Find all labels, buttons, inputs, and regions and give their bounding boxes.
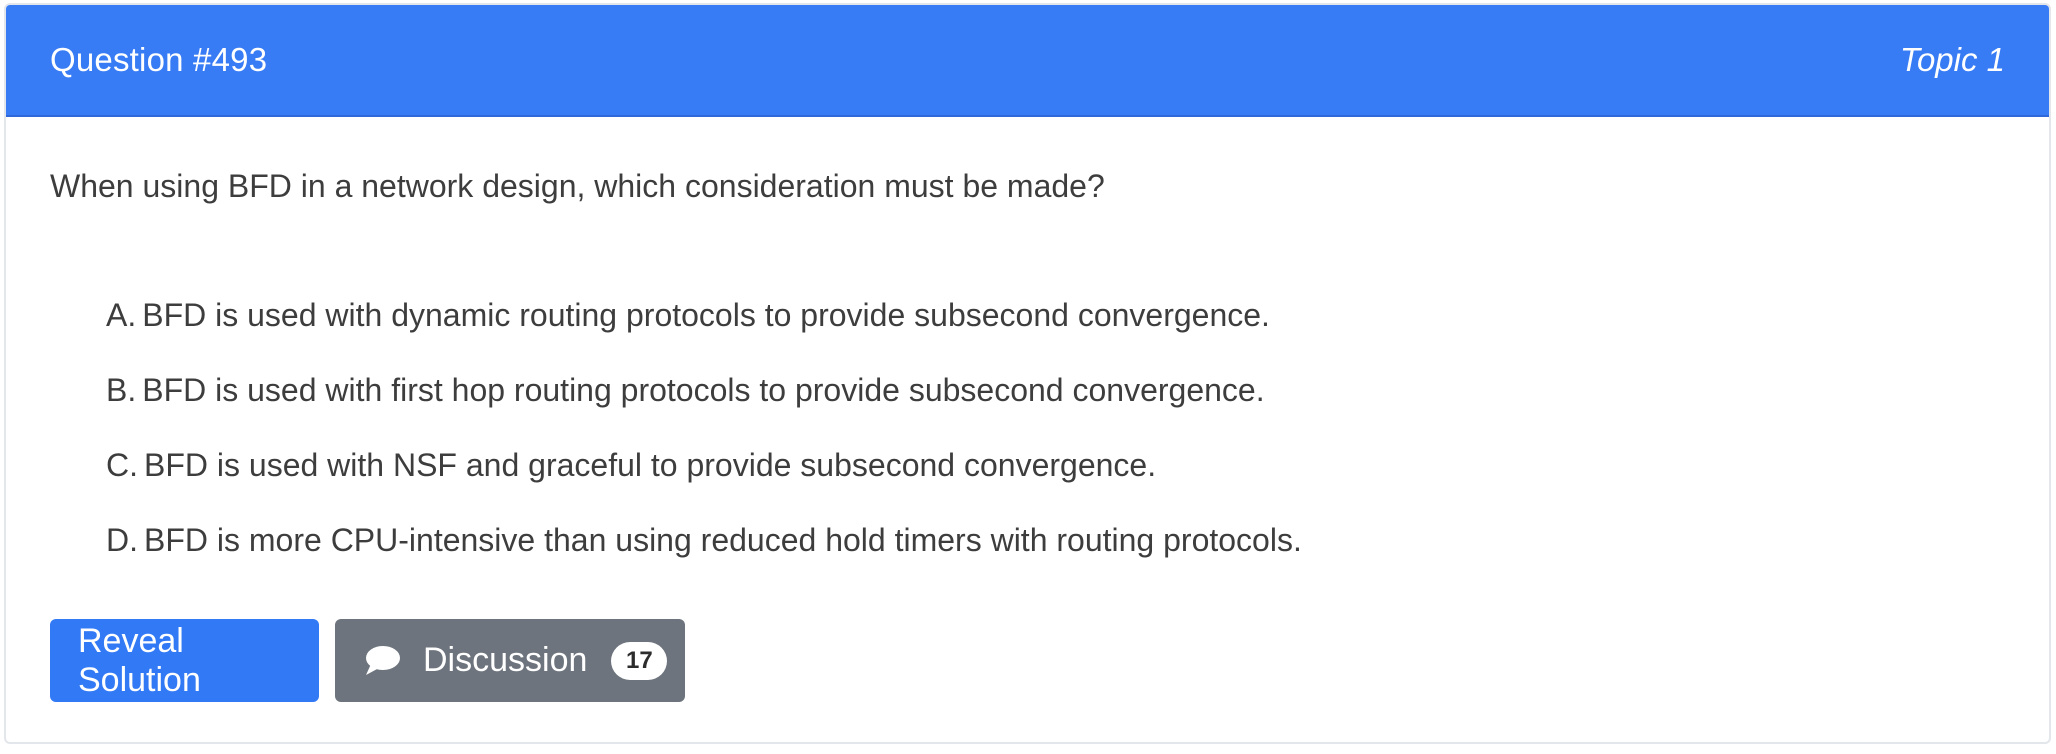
topic-label: Topic 1 (1899, 41, 2005, 78)
choice-letter: D. (106, 522, 138, 558)
choice-b[interactable]: B. BFD is used with first hop routing pro… (106, 370, 1302, 445)
choices-list: A. BFD is used with dynamic routing proto… (106, 295, 1302, 595)
chat-bubble-icon (363, 644, 401, 678)
reveal-solution-button[interactable]: Reveal Solution (50, 619, 319, 702)
discussion-label: Discussion (423, 641, 588, 679)
choice-letter: C. (106, 447, 138, 483)
choice-text: BFD is used with dynamic routing protoco… (142, 297, 1270, 333)
choice-d[interactable]: D. BFD is more CPU-intensive than using r… (106, 520, 1302, 595)
reveal-solution-label: Reveal Solution (78, 621, 201, 699)
question-text: When using BFD in a network design, whic… (50, 168, 1105, 204)
action-bar: Reveal Solution Discussion 17 (50, 619, 685, 702)
choice-text: BFD is used with NSF and graceful to pro… (144, 447, 1157, 483)
question-card: Question #493 Topic 1 When using BFD in … (4, 3, 2051, 744)
question-header: Question #493 Topic 1 (6, 5, 2049, 117)
choice-c[interactable]: C. BFD is used with NSF and graceful to p… (106, 445, 1302, 520)
question-number: Question #493 (50, 41, 268, 78)
choice-letter: A. (106, 297, 137, 333)
choice-letter: B. (106, 372, 137, 408)
choice-text: BFD is more CPU-intensive than using red… (144, 522, 1302, 558)
discussion-button[interactable]: Discussion 17 (335, 619, 685, 702)
choice-a[interactable]: A. BFD is used with dynamic routing proto… (106, 295, 1302, 370)
discussion-count-badge: 17 (611, 641, 668, 680)
choice-text: BFD is used with first hop routing proto… (142, 372, 1265, 408)
